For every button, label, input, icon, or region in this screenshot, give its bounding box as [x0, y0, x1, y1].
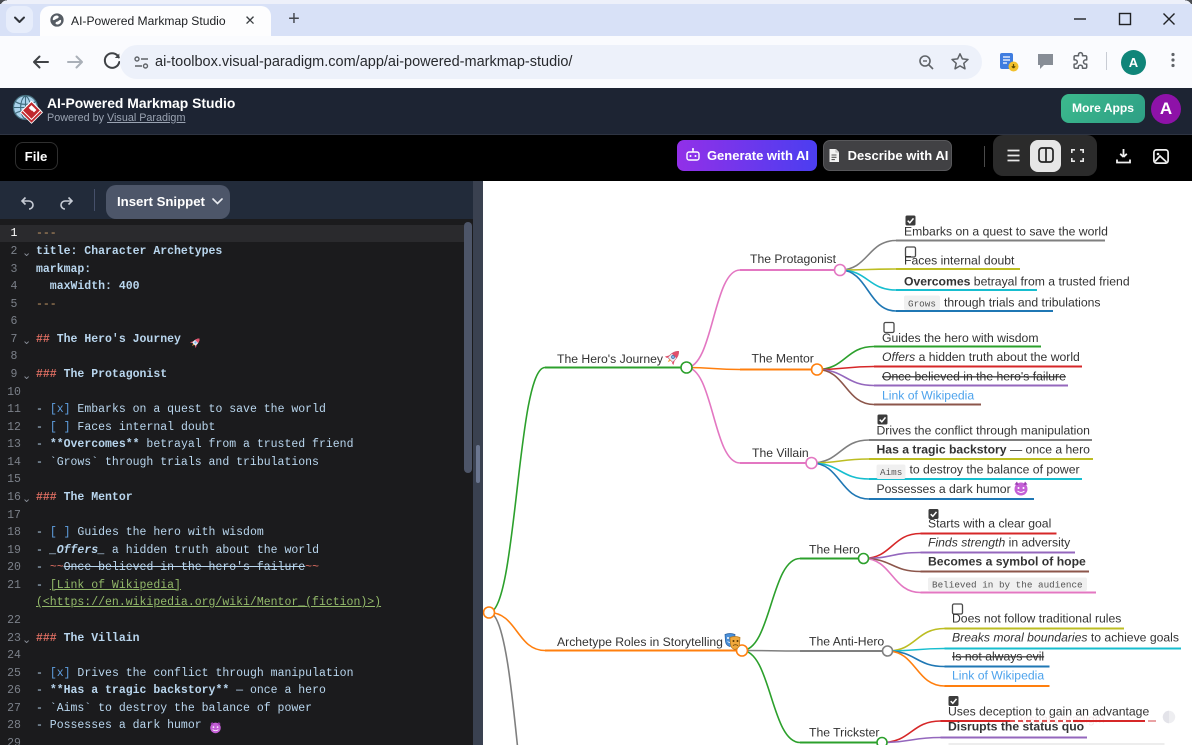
svg-text:Grows: Grows [908, 299, 936, 310]
svg-text:Possesses a dark humor: Possesses a dark humor [877, 482, 1011, 496]
svg-text:The Anti-Hero: The Anti-Hero [809, 635, 884, 649]
svg-text:Aims: Aims [880, 467, 902, 478]
svg-text:Disrupts the status quo: Disrupts the status quo [948, 720, 1084, 734]
svg-text:Overcomes betrayal from a trus: Overcomes betrayal from a trusted friend [904, 275, 1130, 289]
svg-text:Guides the hero with wisdom: Guides the hero with wisdom [882, 331, 1038, 345]
svg-text:Becomes a symbol of hope: Becomes a symbol of hope [928, 555, 1086, 569]
svg-text:Link of Wikipedia: Link of Wikipedia [882, 389, 974, 403]
svg-text:Offers a hidden truth about th: Offers a hidden truth about the world [882, 350, 1080, 364]
svg-text:to destroy the balance of powe: to destroy the balance of power [910, 463, 1080, 477]
svg-text:Believed in by the audience: Believed in by the audience [932, 580, 1083, 591]
svg-text:The Mentor: The Mentor [752, 352, 814, 366]
svg-text:Embarks on a quest to save the: Embarks on a quest to save the world [904, 225, 1108, 239]
svg-text:The Villain: The Villain [752, 446, 809, 460]
svg-text:Has a tragic backstory — once: Has a tragic backstory — once a hero [877, 443, 1091, 457]
svg-text:Finds strength in adversity: Finds strength in adversity [928, 536, 1071, 550]
svg-text:Breaks moral boundaries to ach: Breaks moral boundaries to achieve goals [952, 631, 1179, 645]
svg-text:Once believed in the hero's fa: Once believed in the hero's failure [882, 370, 1066, 384]
svg-text:Is not always evil: Is not always evil [952, 650, 1044, 664]
svg-text:Starts with a clear goal: Starts with a clear goal [928, 517, 1051, 531]
svg-text:Drives the conflict through ma: Drives the conflict through manipulation [877, 424, 1090, 438]
svg-text:The Trickster: The Trickster [809, 726, 879, 740]
svg-text:Uses deception to gain an adva: Uses deception to gain an advantage [948, 705, 1149, 719]
svg-text:The Hero: The Hero [809, 543, 860, 557]
svg-text:through trials and tribulation: through trials and tribulations [944, 296, 1101, 310]
svg-text:Does not follow traditional ru: Does not follow traditional rules [952, 612, 1121, 626]
svg-text:The Hero's Journey: The Hero's Journey [557, 352, 664, 366]
svg-text:Faces internal doubt: Faces internal doubt [904, 254, 1015, 268]
svg-text:The Protagonist: The Protagonist [750, 252, 837, 266]
svg-text:Link of Wikipedia: Link of Wikipedia [952, 669, 1044, 683]
svg-text:Archetype Roles in Storytellin: Archetype Roles in Storytelling [557, 635, 723, 649]
